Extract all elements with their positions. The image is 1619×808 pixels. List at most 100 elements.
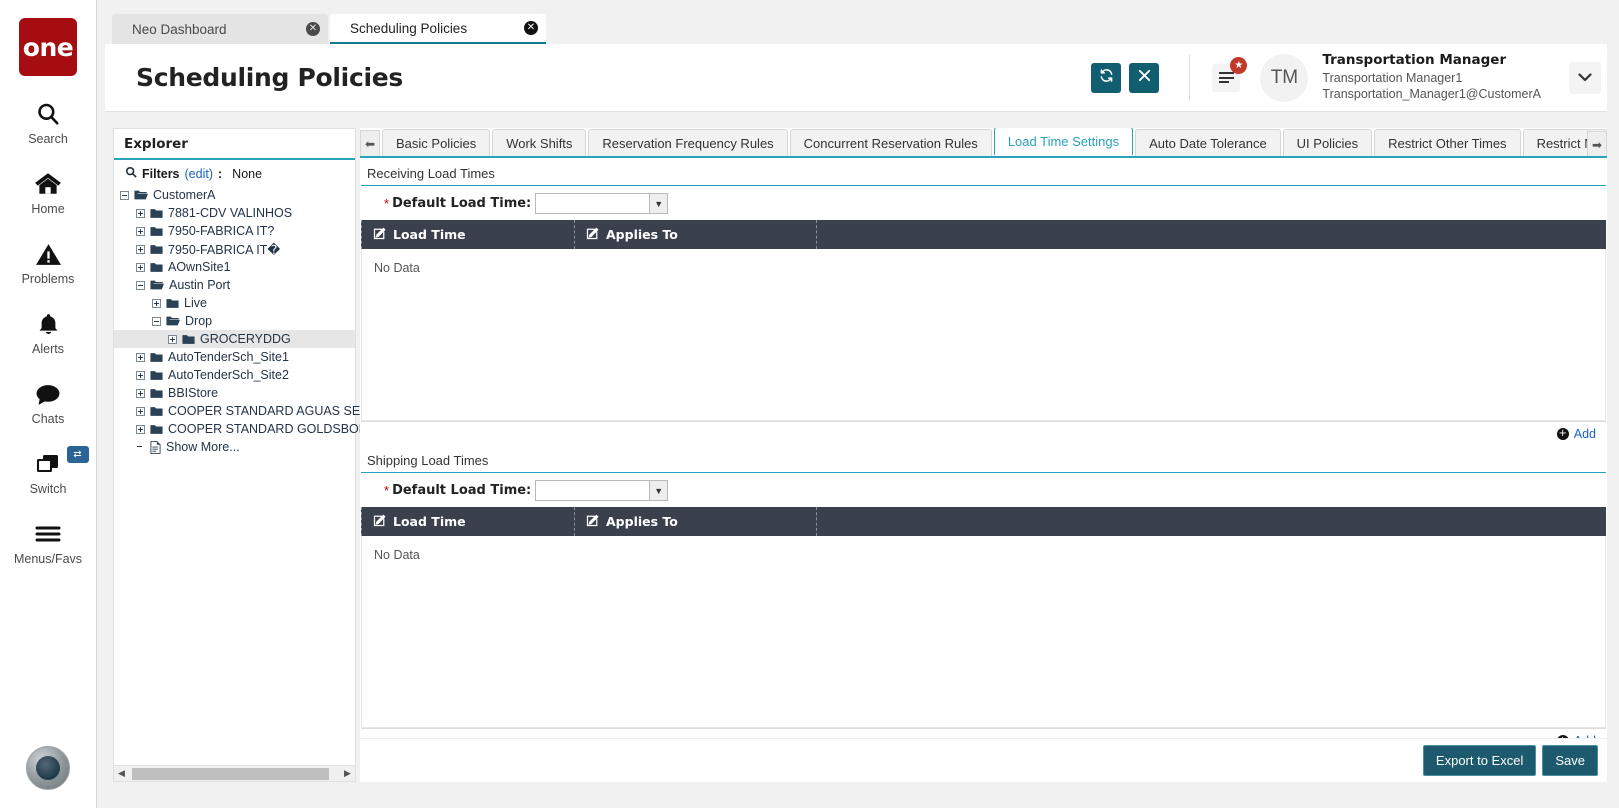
bell-icon xyxy=(36,308,61,340)
collapse-icon[interactable] xyxy=(120,190,129,200)
folder-open-icon xyxy=(166,315,180,327)
tab-scroll-left-button[interactable]: ⬅ xyxy=(360,130,380,156)
tree-node-show-more[interactable]: Show More... xyxy=(114,438,355,456)
chevron-down-icon[interactable]: ▼ xyxy=(649,194,668,213)
rail-label: Search xyxy=(28,132,68,146)
tree-node-label: GROCERYDDG xyxy=(200,332,291,346)
save-button[interactable]: Save xyxy=(1542,745,1598,776)
folder-open-icon xyxy=(134,189,148,201)
chevron-down-icon xyxy=(1578,69,1592,86)
expand-icon[interactable] xyxy=(136,208,145,218)
avatar[interactable]: TM xyxy=(1260,53,1309,102)
filters-edit-link[interactable]: (edit) xyxy=(185,167,213,181)
load-time-sections: Receiving Load Times * Default Load Time: ▼… xyxy=(360,158,1607,752)
refresh-button[interactable] xyxy=(1091,62,1122,93)
browser-tab-neo-dashboard[interactable]: Neo Dashboard ✕ xyxy=(112,14,328,44)
tab-auto-date-tolerance[interactable]: Auto Date Tolerance xyxy=(1135,129,1281,156)
explorer-tree: CustomerA 7881-CDV VALINHOS 7950-FABRICA I… xyxy=(114,185,405,456)
tree-node-groceryddg[interactable]: GROCERYDDG xyxy=(114,330,355,348)
tree-node-autotendersch-site2[interactable]: AutoTenderSch_Site2 xyxy=(114,366,355,384)
add-row-link[interactable]: + Add xyxy=(1556,427,1596,441)
expand-icon[interactable] xyxy=(136,406,145,416)
scroll-right-arrow-icon[interactable]: ▶ xyxy=(340,768,355,779)
expand-icon[interactable] xyxy=(152,298,161,308)
close-icon[interactable]: ✕ xyxy=(524,21,538,35)
column-header-load-time[interactable]: Load Time xyxy=(361,220,574,249)
expand-icon[interactable] xyxy=(136,244,145,254)
rail-item-menus-favs[interactable]: Menus/Favs xyxy=(0,518,97,566)
expand-icon[interactable] xyxy=(136,424,145,434)
notifications-menu-button[interactable]: ★ xyxy=(1212,56,1248,92)
chevron-down-icon[interactable]: ▼ xyxy=(649,481,668,500)
tab-ui-policies[interactable]: UI Policies xyxy=(1282,129,1373,156)
tab-work-shifts[interactable]: Work Shifts xyxy=(492,129,587,156)
collapse-icon[interactable] xyxy=(152,316,161,326)
expand-icon[interactable] xyxy=(136,262,145,272)
default-load-time-field: * Default Load Time: ▼ xyxy=(360,473,1607,507)
collapse-icon[interactable] xyxy=(136,280,145,290)
load-time-grid: Load TimeApplies ToNo Data+Add xyxy=(361,507,1606,752)
scrollbar-track[interactable] xyxy=(129,767,340,781)
rail-item-problems[interactable]: Problems xyxy=(0,238,97,286)
tree-node-autotendersch-site1[interactable]: AutoTenderSch_Site1 xyxy=(114,348,355,366)
expand-icon[interactable] xyxy=(168,334,177,344)
expand-icon[interactable] xyxy=(136,352,145,362)
expand-icon[interactable] xyxy=(136,388,145,398)
scrollbar-thumb[interactable] xyxy=(132,767,329,780)
expand-icon[interactable] xyxy=(136,226,145,236)
close-button[interactable] xyxy=(1129,62,1160,93)
content-panel: ⬅ Basic Policies Work Shifts Reservation F… xyxy=(360,128,1607,782)
tree-node-austin-port[interactable]: Austin Port xyxy=(114,276,355,294)
scroll-left-arrow-icon[interactable]: ◀ xyxy=(114,768,129,779)
rail-item-home[interactable]: Home xyxy=(0,168,97,216)
rail-item-alerts[interactable]: Alerts xyxy=(0,308,97,356)
explorer-horizontal-scrollbar[interactable]: ◀ ▶ xyxy=(114,765,355,781)
tree-node-label: Austin Port xyxy=(169,278,231,292)
switch-badge-icon[interactable]: ⇄ xyxy=(66,446,89,463)
folder-closed-icon xyxy=(150,406,163,417)
tree-node-7950-fabrica-it[interactable]: 7950-FABRICA IT� xyxy=(114,240,355,258)
column-header-applies-to[interactable]: Applies To xyxy=(574,507,816,536)
rail-item-chats[interactable]: Chats xyxy=(0,378,97,426)
close-icon[interactable]: ✕ xyxy=(306,22,320,36)
column-header-blank[interactable] xyxy=(816,507,1606,536)
column-header-load-time[interactable]: Load Time xyxy=(361,507,574,536)
tree-node-7950-fabrica-it[interactable]: 7950-FABRICA IT? xyxy=(114,222,355,240)
policy-tab-bar: ⬅ Basic Policies Work Shifts Reservation F… xyxy=(360,128,1607,158)
export-to-excel-button[interactable]: Export to Excel xyxy=(1422,745,1537,776)
browser-tab-scheduling-policies[interactable]: Scheduling Policies ✕ xyxy=(330,14,546,44)
tree-node-drop[interactable]: Drop xyxy=(114,312,355,330)
column-header-label: Applies To xyxy=(606,514,678,529)
default-load-time-dropdown[interactable]: ▼ xyxy=(535,193,669,214)
expand-icon[interactable] xyxy=(136,370,145,380)
tree-node-aownsite1[interactable]: AOwnSite1 xyxy=(114,258,355,276)
rail-item-search[interactable]: Search xyxy=(0,98,97,146)
tree-node-label: AutoTenderSch_Site1 xyxy=(168,350,289,364)
rail-item-switch[interactable]: ⇄ Switch xyxy=(0,446,97,496)
tab-restrict-other-times[interactable]: Restrict Other Times xyxy=(1374,129,1521,156)
windows-stack-icon xyxy=(34,448,62,480)
tab-basic-policies[interactable]: Basic Policies xyxy=(382,129,491,156)
load-time-grid: Load TimeApplies ToNo Data+Add xyxy=(361,220,1606,445)
tree-node-cooper-standard-aguas-sealing[interactable]: COOPER STANDARD AGUAS SEALING ( xyxy=(114,402,405,420)
column-header-blank[interactable] xyxy=(816,220,1606,249)
filters-colon: : xyxy=(218,166,223,181)
tab-reservation-frequency-rules[interactable]: Reservation Frequency Rules xyxy=(588,129,788,156)
filters-value: None xyxy=(232,166,263,181)
edit-pencil-icon xyxy=(373,514,386,530)
tree-node-7881-cdv-valinhos[interactable]: 7881-CDV VALINHOS xyxy=(114,204,355,222)
tree-node-bbistore[interactable]: BBIStore xyxy=(114,384,355,402)
column-header-label: Applies To xyxy=(606,227,678,242)
tab-concurrent-reservation-rules[interactable]: Concurrent Reservation Rules xyxy=(789,129,992,156)
tab-scroll-right-button[interactable]: ➡ xyxy=(1587,131,1607,156)
tree-node-cooper-standard-goldsboro[interactable]: COOPER STANDARD GOLDSBORO xyxy=(114,420,378,438)
default-load-time-dropdown[interactable]: ▼ xyxy=(535,480,669,501)
tree-node-customera[interactable]: CustomerA xyxy=(114,186,355,204)
avatar-globe-icon[interactable] xyxy=(26,746,70,790)
tab-load-time-settings[interactable]: Load Time Settings xyxy=(993,128,1134,156)
policy-tabs: Basic Policies Work Shifts Reservation Fre… xyxy=(380,128,1607,156)
user-menu-toggle[interactable] xyxy=(1569,61,1601,94)
tree-node-live[interactable]: Live xyxy=(114,294,355,312)
chat-bubble-icon xyxy=(34,378,62,410)
column-header-applies-to[interactable]: Applies To xyxy=(574,220,816,249)
